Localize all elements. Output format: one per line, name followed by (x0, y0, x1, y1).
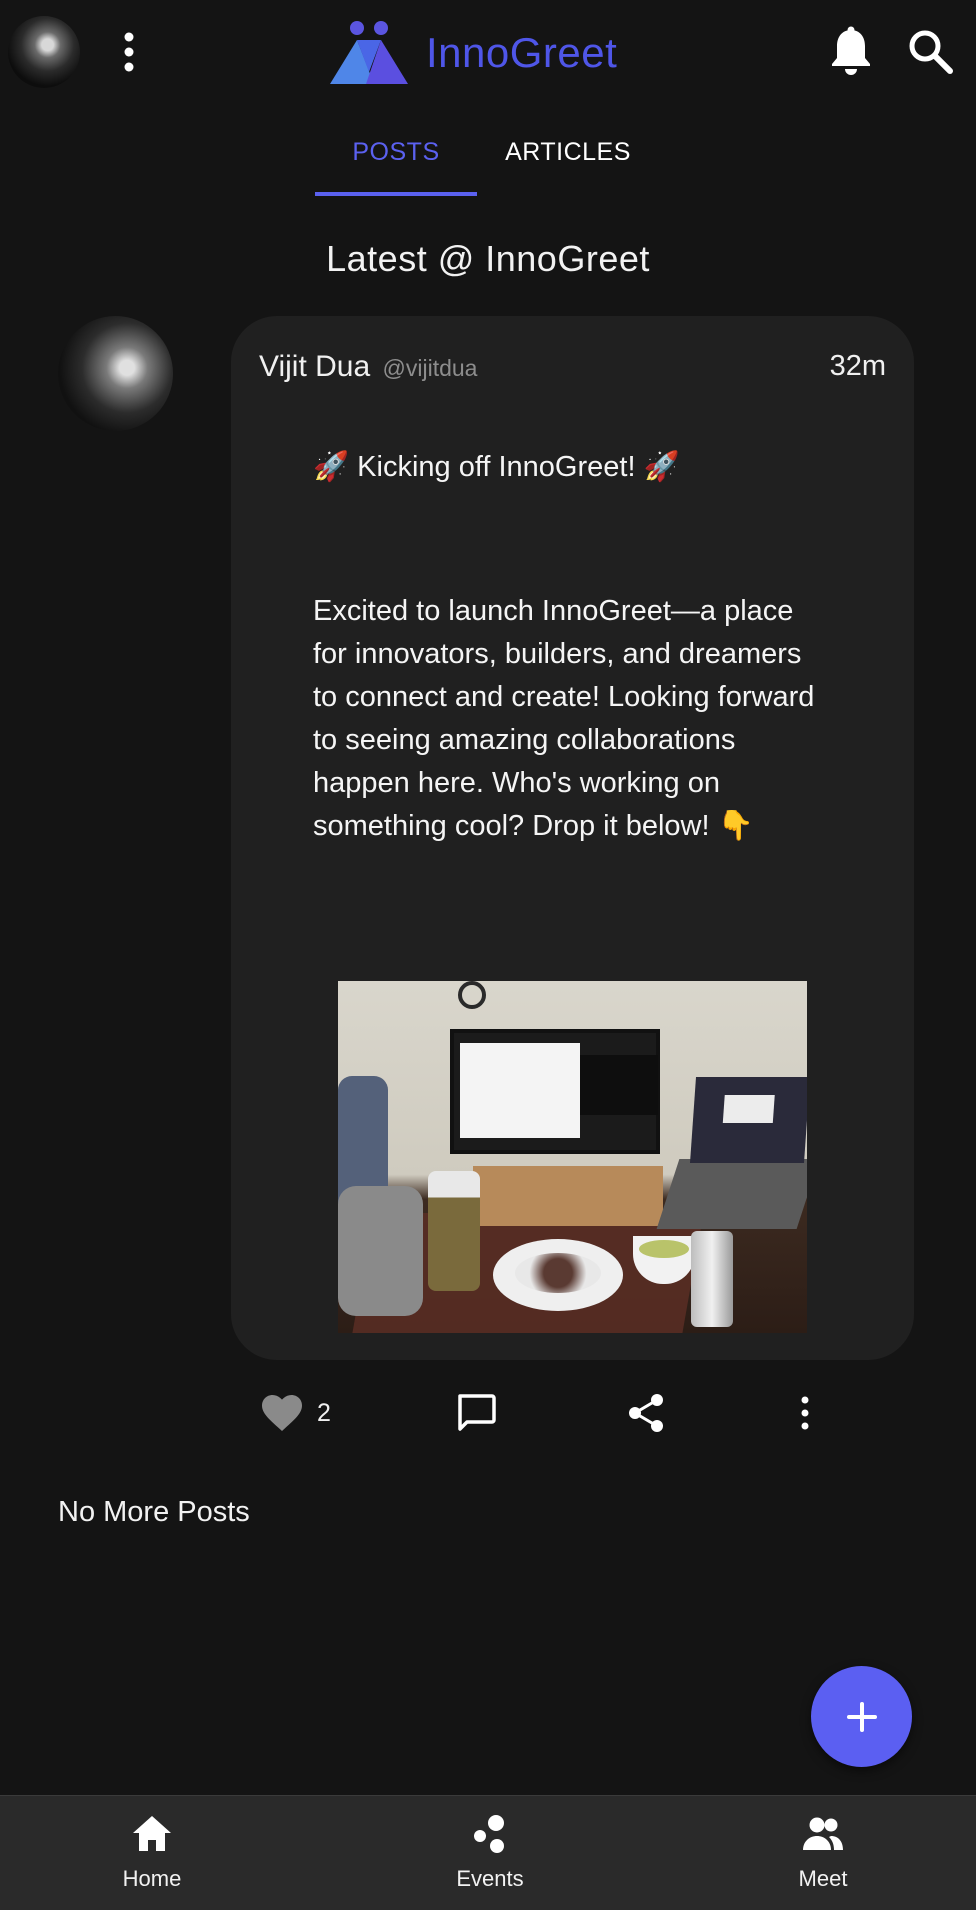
like-count: 2 (317, 1398, 331, 1427)
post-image[interactable] (338, 981, 807, 1333)
photo-monitor-stand (473, 1166, 663, 1226)
photo-bottle (428, 1171, 480, 1291)
share-icon (629, 1394, 663, 1432)
feed-tabs: POSTS ARTICLES (315, 130, 659, 196)
photo-can (691, 1231, 733, 1327)
profile-avatar[interactable] (8, 16, 80, 88)
photo-laptop (689, 1077, 807, 1163)
post-more-button[interactable] (798, 1385, 812, 1441)
logo-text: InnoGreet (426, 29, 618, 76)
post-author[interactable]: Vijit Dua @vijitdua (259, 350, 477, 384)
tab-posts[interactable]: POSTS (315, 130, 477, 196)
photo-laptop-window (722, 1095, 775, 1123)
app-logo[interactable]: InnoGreet (330, 20, 617, 86)
create-post-button[interactable] (811, 1666, 912, 1767)
end-of-feed-text: No More Posts (58, 1496, 250, 1528)
heart-icon (262, 1395, 302, 1431)
more-vert-icon (801, 1396, 809, 1430)
plus-icon (846, 1701, 877, 1732)
photo-plate (493, 1239, 623, 1311)
bell-icon[interactable] (828, 26, 874, 76)
people-icon (803, 1817, 843, 1850)
nav-meet-label: Meet (798, 1866, 848, 1891)
like-button[interactable]: 2 (261, 1385, 331, 1441)
tab-articles[interactable]: ARTICLES (477, 130, 659, 196)
top-app-bar: InnoGreet (0, 0, 976, 110)
photo-monitor-screen (460, 1043, 580, 1138)
photo-laptop-base (656, 1159, 807, 1229)
app-screen: InnoGreet POSTS ARTICLES Latest @ InnoGr… (0, 0, 976, 1910)
more-vert-icon[interactable] (112, 30, 146, 74)
nav-home[interactable]: Home (52, 1796, 252, 1910)
photo-blanket (338, 1186, 423, 1316)
feed-title: Latest @ InnoGreet (326, 238, 650, 279)
share-button[interactable] (626, 1385, 666, 1441)
bottom-navigation: Home Events Meet (0, 1795, 976, 1910)
post-body: Excited to launch InnoGreet—a place for … (313, 595, 815, 842)
nav-home-label: Home (122, 1866, 182, 1891)
photo-ring-light (458, 981, 486, 1009)
nav-meet[interactable]: Meet (723, 1796, 923, 1910)
post-card[interactable]: Vijit Dua @vijitdua 32m 🚀 Kicking off In… (231, 316, 914, 1360)
home-icon (133, 1816, 171, 1851)
post-author-avatar[interactable] (58, 316, 173, 431)
logo-icon (330, 21, 408, 84)
post-actions: 2 (231, 1385, 914, 1441)
post-headline: 🚀 Kicking off InnoGreet! 🚀 (313, 451, 680, 483)
nav-events[interactable]: Events (390, 1796, 590, 1910)
author-handle: @vijitdua (382, 355, 478, 381)
photo-monitor (450, 1029, 660, 1154)
nav-events-label: Events (456, 1866, 524, 1891)
events-icon (474, 1815, 504, 1853)
photo-monitor-window (580, 1055, 658, 1115)
comment-button[interactable] (455, 1385, 497, 1441)
comment-icon (458, 1394, 496, 1431)
author-name: Vijit Dua (259, 350, 371, 383)
post-timestamp: 32m (829, 350, 886, 382)
search-icon[interactable] (905, 26, 955, 76)
